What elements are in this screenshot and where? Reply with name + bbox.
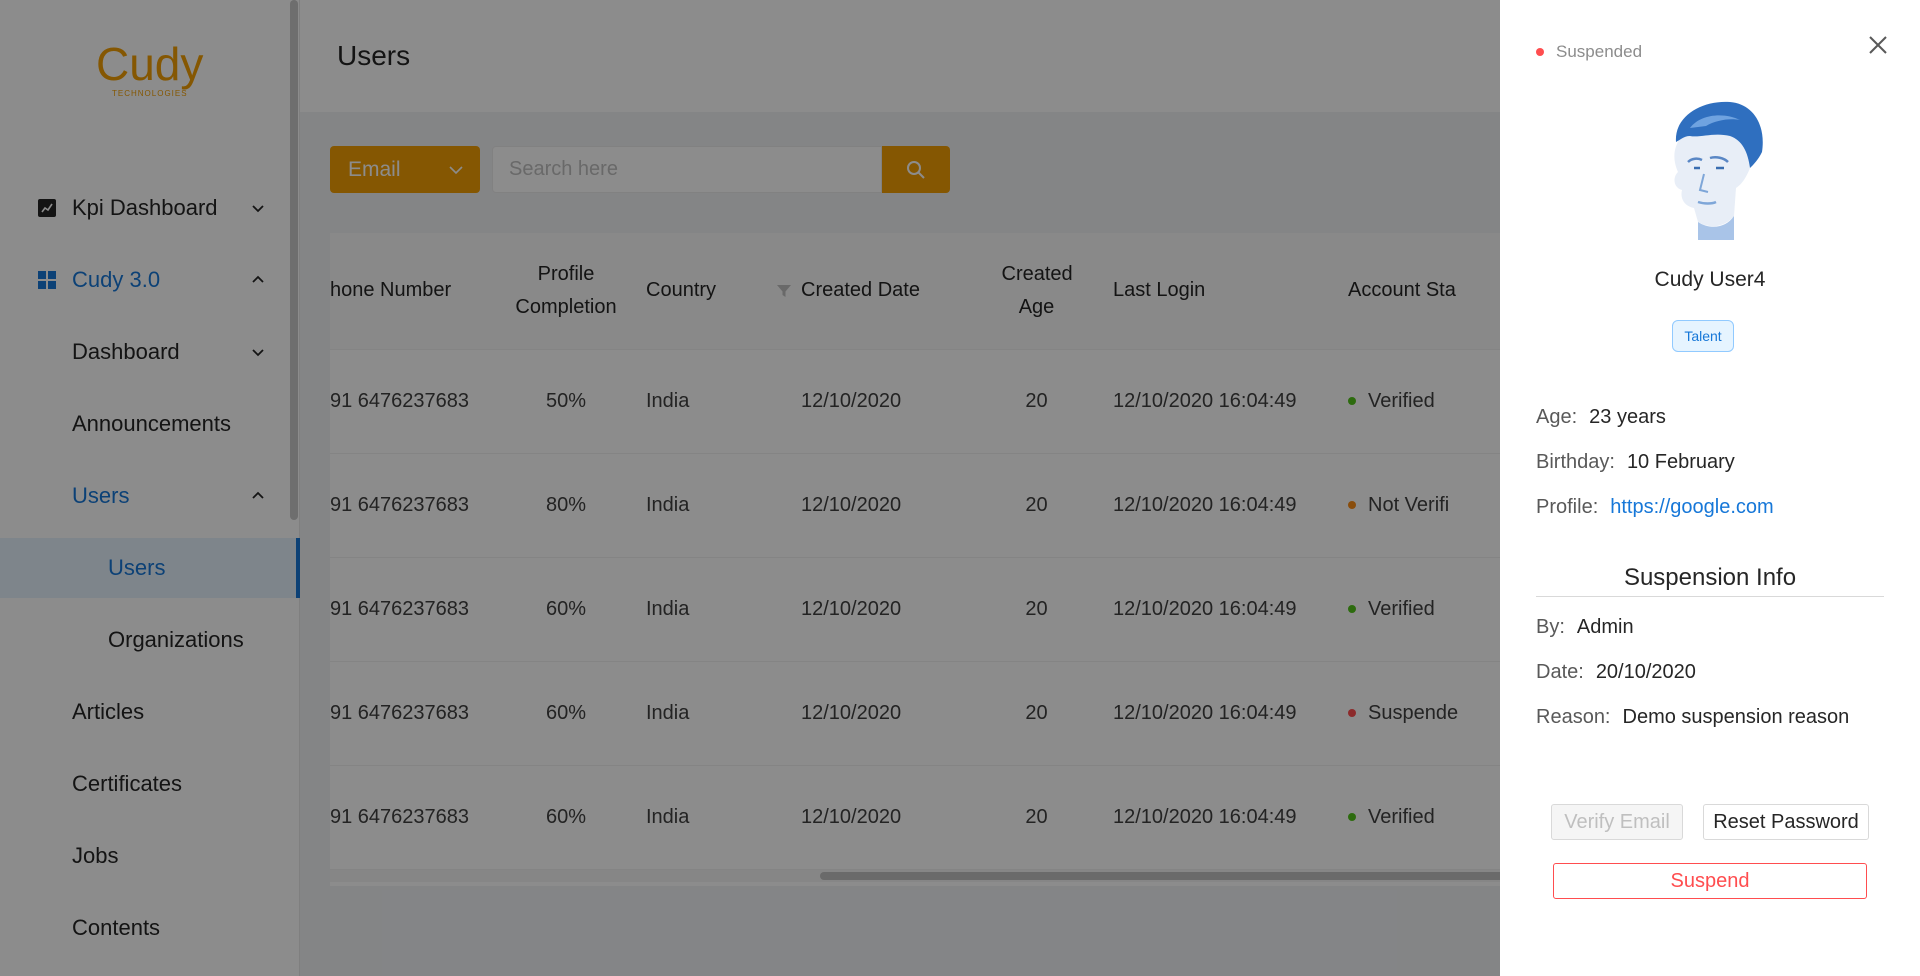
status-text: Suspended bbox=[1556, 42, 1643, 61]
info-value: 23 years bbox=[1589, 406, 1666, 428]
info-label: Birthday: bbox=[1536, 451, 1615, 473]
info-suspension-reason: Reason: Demo suspension reason bbox=[1536, 706, 1849, 729]
close-icon[interactable] bbox=[1867, 34, 1889, 56]
reset-password-button[interactable]: Reset Password bbox=[1703, 804, 1869, 840]
suspend-button[interactable]: Suspend bbox=[1553, 863, 1867, 899]
suspension-info-title: Suspension Info bbox=[1623, 564, 1797, 591]
info-label: Profile: bbox=[1536, 496, 1599, 518]
info-suspension-date: Date: 20/10/2020 bbox=[1536, 661, 1696, 684]
info-label: Reason: bbox=[1536, 706, 1611, 728]
profile-link[interactable]: https://google.com bbox=[1610, 496, 1773, 518]
info-value: 10 February bbox=[1626, 451, 1735, 473]
info-value: Demo suspension reason bbox=[1622, 706, 1850, 728]
info-age: Age: 23 years bbox=[1536, 406, 1666, 429]
role-tag: Talent bbox=[1672, 320, 1734, 352]
user-detail-drawer: Suspended Cudy User4 Talent Age: 23 years… bbox=[1500, 0, 1920, 976]
info-value: 20/10/2020 bbox=[1595, 661, 1696, 683]
divider bbox=[1536, 596, 1884, 597]
user-name: Cudy User4 bbox=[1654, 268, 1766, 291]
info-suspended-by: By: Admin bbox=[1536, 616, 1634, 639]
info-value: Admin bbox=[1576, 616, 1634, 638]
verify-email-button[interactable]: Verify Email bbox=[1551, 804, 1683, 840]
modal-overlay[interactable] bbox=[0, 0, 1500, 976]
status-badge: Suspended bbox=[1536, 42, 1642, 62]
avatar bbox=[1674, 101, 1763, 240]
status-dot bbox=[1536, 48, 1544, 56]
info-label: Age: bbox=[1536, 406, 1578, 428]
info-birthday: Birthday: 10 February bbox=[1536, 451, 1735, 474]
info-label: Date: bbox=[1536, 661, 1584, 683]
info-profile: Profile: https://google.com bbox=[1536, 496, 1774, 519]
info-label: By: bbox=[1536, 616, 1565, 638]
